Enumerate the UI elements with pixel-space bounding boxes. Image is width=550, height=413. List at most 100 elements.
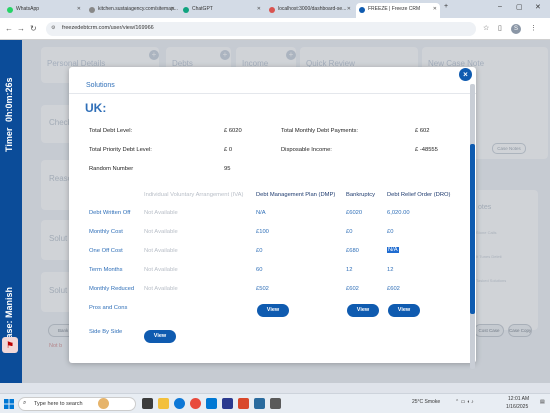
column-header-iva: Individual Voluntary Arrangement (IVA): [144, 192, 244, 198]
monthly-payments-value: £ 602: [415, 128, 430, 134]
cell-iva: Not Available: [144, 248, 178, 254]
notifications-icon[interactable]: ▤: [540, 399, 545, 405]
cell-bankruptcy: £680: [346, 248, 359, 254]
row-label-monthly-cost: Monthly Cost: [89, 229, 123, 235]
tab-freeze-crm[interactable]: FREEZE | Freeze CRM ✕: [356, 3, 440, 18]
total-debt-value: £ 6020: [224, 128, 242, 134]
back-icon[interactable]: ←: [5, 24, 13, 33]
timer-label: Timer: [4, 127, 14, 152]
view-side-by-side-button[interactable]: View: [144, 330, 176, 343]
cell-iva: Not Available: [144, 210, 178, 216]
close-icon[interactable]: ×: [459, 68, 472, 81]
row-label-pros-and-cons: Pros and Cons: [89, 305, 128, 311]
close-tab-icon[interactable]: ✕: [77, 6, 81, 12]
random-number-value: 95: [224, 166, 231, 172]
file-explorer-icon[interactable]: [158, 398, 169, 409]
cell-iva: Not Available: [144, 229, 178, 235]
cell-dmp: 60: [256, 267, 263, 273]
weather-widget-icon[interactable]: [98, 398, 109, 409]
scrollbar-thumb[interactable]: [470, 144, 475, 314]
cell-bankruptcy: 12: [346, 267, 353, 273]
solutions-modal: Solutions × UK: Total Debt Level: £ 6020…: [69, 67, 476, 363]
close-window-icon[interactable]: ✕: [535, 3, 541, 11]
cell-bankruptcy: £602: [346, 286, 359, 292]
tab-chatgpt[interactable]: ChatGPT ✕: [180, 3, 264, 18]
system-tray-icons[interactable]: ⌃ ▭ ◖ ♪: [455, 399, 474, 405]
search-placeholder: Type here to search: [34, 401, 83, 407]
app-icon[interactable]: [254, 398, 265, 409]
cell-bankruptcy: £0: [346, 229, 353, 235]
site-info-icon[interactable]: ⚙: [51, 25, 55, 31]
close-tab-icon[interactable]: ✕: [347, 6, 351, 12]
close-tab-icon[interactable]: ✕: [257, 6, 261, 12]
cell-dmp: £100: [256, 229, 269, 235]
disposable-income-label: Disposable Income:: [281, 147, 332, 153]
site-icon: [269, 7, 275, 13]
edge-icon[interactable]: [174, 398, 185, 409]
address-bar-row: ← → ↻ ⚙ freezedebtcrm.com/user/view/1699…: [0, 18, 550, 40]
modal-title: Solutions: [86, 82, 115, 89]
profile-avatar[interactable]: S: [511, 24, 521, 34]
cell-dro: 6,020.00: [387, 210, 410, 216]
tab-label: ChatGPT: [192, 6, 213, 12]
cell-dmp: £0: [256, 248, 263, 254]
timer-value: 0h:0m:26s: [4, 77, 14, 122]
new-tab-icon[interactable]: +: [444, 3, 448, 10]
column-header-dmp: Debt Management Plan (DMP): [256, 192, 336, 198]
view-dmp-pros-cons-button[interactable]: View: [257, 304, 289, 317]
cell-dro: £602: [387, 286, 400, 292]
notification-icon[interactable]: ⚑: [2, 337, 18, 353]
close-tab-icon[interactable]: ✕: [171, 6, 175, 12]
url-text: freezedebtcrm.com/user/view/169966: [62, 25, 154, 31]
search-icon: ⌕: [23, 400, 27, 406]
tab-sitemap[interactable]: kitchen.sustaiagency.com/sitemap... ✕: [86, 3, 178, 18]
view-dro-pros-cons-button[interactable]: View: [388, 304, 420, 317]
row-label-monthly-reduced: Monthly Reduced: [89, 286, 135, 292]
row-label-term-months: Term Months: [89, 267, 123, 273]
row-label-side-by-side: Side By Side: [89, 329, 123, 335]
cell-iva: Not Available: [144, 286, 178, 292]
cell-dmp: £502: [256, 286, 269, 292]
cell-dro: 12: [387, 267, 394, 273]
maximize-icon[interactable]: ▢: [516, 3, 523, 11]
close-tab-icon[interactable]: ✕: [433, 6, 437, 12]
task-view-icon[interactable]: [142, 398, 153, 409]
chatgpt-icon: [183, 7, 189, 13]
site-icon: [89, 7, 95, 13]
windows-start-icon[interactable]: [4, 399, 14, 409]
tab-label: localhost:3000/dashboard-se...: [278, 6, 347, 12]
app-icon[interactable]: [222, 398, 233, 409]
weather-text: 25°C Smoke: [412, 399, 441, 405]
forward-icon[interactable]: →: [17, 24, 25, 33]
tab-label: FREEZE | Freeze CRM: [368, 6, 421, 12]
menu-icon[interactable]: ⋮: [530, 24, 537, 32]
taskbar-search[interactable]: ⌕ Type here to search: [18, 397, 136, 411]
cell-dro-selected: N/A: [387, 247, 399, 253]
row-label-debt-written-off: Debt Written Off: [89, 210, 131, 216]
total-debt-label: Total Debt Level:: [89, 128, 133, 134]
app-icon[interactable]: [270, 398, 281, 409]
tab-label: WhatsApp: [16, 6, 40, 12]
tab-whatsapp[interactable]: WhatsApp ✕: [4, 3, 84, 18]
random-number-label: Random Number: [89, 166, 134, 172]
column-header-dro: Debt Relief Order (DRO): [387, 192, 451, 198]
minimize-icon[interactable]: –: [498, 3, 502, 10]
extensions-icon[interactable]: ▯: [498, 24, 502, 32]
star-icon[interactable]: ☆: [483, 24, 489, 32]
region-heading: UK:: [85, 101, 107, 115]
vscode-icon[interactable]: [206, 398, 217, 409]
cell-dro: £0: [387, 229, 394, 235]
total-priority-label: Total Priority Debt Level:: [89, 147, 152, 153]
modal-scrollbar[interactable]: [470, 84, 475, 369]
reload-icon[interactable]: ↻: [30, 24, 37, 33]
total-priority-value: £ 0: [224, 147, 233, 153]
url-field[interactable]: ⚙ freezedebtcrm.com/user/view/169966: [46, 22, 476, 36]
chrome-icon[interactable]: [190, 398, 201, 409]
freeze-icon: [359, 7, 365, 13]
filezilla-icon[interactable]: [238, 398, 249, 409]
timer-sidebar: Timer 0h:0m:26s Case: Manish: [0, 40, 22, 383]
whatsapp-icon: [7, 7, 13, 13]
taskbar: ⌕ Type here to search 25°C Smoke ⌃ ▭ ◖ ♪…: [0, 393, 550, 413]
tab-localhost[interactable]: localhost:3000/dashboard-se... ✕: [266, 3, 354, 18]
view-bankruptcy-pros-cons-button[interactable]: View: [347, 304, 379, 317]
